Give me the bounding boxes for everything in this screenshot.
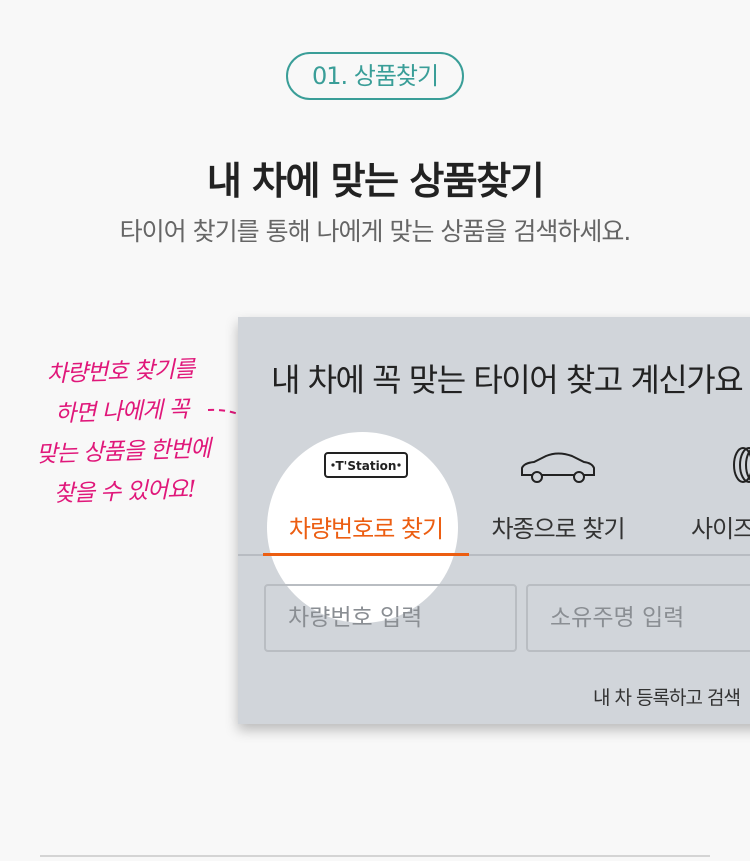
page-title: 내 차에 맞는 상품찾기 xyxy=(206,159,545,203)
panel-title: 내 차에 꼭 맞는 타이어 찾고 계신가요 xyxy=(271,361,744,399)
note-line: 차량번호 찾기를 xyxy=(46,356,195,388)
car-icon xyxy=(521,452,595,483)
tire-icon xyxy=(733,447,750,483)
tab-plate-number[interactable]: T'Station 차량번호로 찾기 xyxy=(263,447,469,557)
tab-label: 사이즈 xyxy=(691,515,750,543)
owner-name-input[interactable] xyxy=(526,584,750,652)
handwritten-note: 차량번호 찾기를 하면 나에게 꼭 맞는 상품을 한번에 찾을 수 있어요! xyxy=(17,348,227,515)
plate-number-input[interactable] xyxy=(264,584,517,652)
note-line: 맞는 상품을 한번에 xyxy=(35,435,211,469)
note-line: 찾을 수 있어요! xyxy=(53,476,196,508)
register-and-search-link[interactable]: 내 차 등록하고 검색 xyxy=(593,683,741,710)
tab-label: 차종으로 찾기 xyxy=(491,515,625,543)
tab-car-model[interactable]: 차종으로 찾기 xyxy=(458,447,658,557)
plate-text: T'Station xyxy=(336,459,397,473)
tab-label: 차량번호로 찾기 xyxy=(288,515,444,543)
search-panel: 내 차에 꼭 맞는 타이어 찾고 계신가요 T'Station 차량번호로 찾기… xyxy=(238,317,750,724)
page-subtitle: 타이어 찾기를 통해 나에게 맞는 상품을 검색하세요. xyxy=(119,217,632,246)
step-badge: 01. 상품찾기 xyxy=(286,52,464,100)
active-tab-indicator xyxy=(263,553,469,556)
divider xyxy=(40,855,710,857)
tab-size[interactable]: 사이즈 xyxy=(653,447,750,557)
tstation-plate-icon: T'Station xyxy=(324,452,408,478)
